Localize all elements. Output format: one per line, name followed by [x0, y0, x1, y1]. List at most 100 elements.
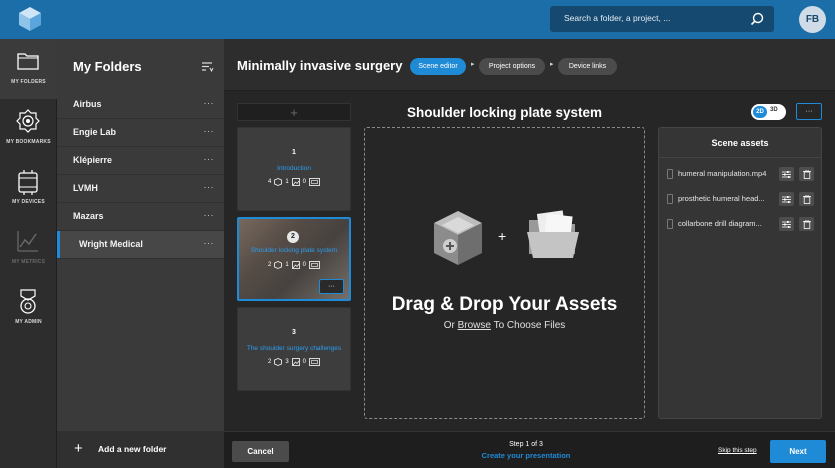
avatar[interactable]: FB — [799, 6, 826, 33]
dropzone-sub-post: To Choose Files — [490, 320, 566, 331]
drag-handle[interactable] — [667, 219, 673, 229]
video-icon — [309, 358, 320, 366]
folder-more-button[interactable]: ··· — [204, 210, 215, 220]
video-icon — [309, 261, 320, 269]
folder-row-selected[interactable]: Wright Medical ··· — [57, 231, 224, 259]
image-count: 1 — [285, 179, 289, 185]
add-folder-label: Add a new folder — [98, 444, 167, 454]
devices-icon — [18, 170, 38, 195]
asset-name: humeral manipulation.mp4 — [678, 169, 767, 178]
cube-icon — [274, 358, 283, 366]
left-nav: MY FOLDERS MY BOOKMARKS MY DEVICES MY ME… — [0, 39, 57, 468]
video-count: 0 — [302, 262, 307, 268]
step-project-options[interactable]: Project options — [479, 58, 545, 75]
folder-name: LVMH — [73, 183, 98, 193]
folder-row[interactable]: LVMH ··· — [57, 175, 224, 203]
asset-delete-button[interactable] — [799, 217, 814, 231]
asset-settings-button[interactable] — [779, 167, 794, 181]
drag-handle[interactable] — [667, 169, 673, 179]
drag-handle[interactable] — [667, 194, 673, 204]
bookmark-badge-icon — [16, 109, 40, 133]
slide-stats: 2 1 0 — [239, 261, 349, 269]
folder-row[interactable]: Klépierre ··· — [57, 147, 224, 175]
video-count: 0 — [302, 359, 307, 365]
slide-more-button[interactable]: ··· — [319, 279, 344, 294]
scene-more-button[interactable]: ··· — [796, 103, 822, 120]
toggle-3d[interactable]: 3D — [770, 107, 778, 113]
dropzone-subtitle: Or Browse To Choose Files — [365, 320, 644, 331]
folder-name: Airbus — [73, 99, 102, 109]
add-slide-button[interactable]: + — [237, 103, 351, 121]
asset-name: collarbone drill diagram... — [678, 219, 762, 228]
step-arrow-icon: ▸ — [471, 61, 475, 68]
nav-item-my-admin[interactable]: MY ADMIN — [0, 279, 57, 339]
model-count: 4 — [267, 179, 272, 185]
sort-icon[interactable] — [200, 60, 214, 74]
browse-link[interactable]: Browse — [458, 320, 491, 331]
slide-card-selected[interactable]: 2 Shoulder locking plate system 2 1 0 ··… — [237, 217, 351, 301]
asset-settings-button[interactable] — [779, 217, 794, 231]
scene-title: Shoulder locking plate system — [406, 105, 603, 120]
plus-icon: + — [74, 440, 83, 457]
slide-card[interactable]: 1 Introduction 4 1 0 — [237, 127, 351, 211]
slide-title: Introduction — [277, 165, 311, 172]
slide-number: 2 — [287, 231, 299, 243]
dropzone-title: Drag & Drop Your Assets — [391, 294, 618, 315]
project-title: Minimally invasive surgery — [237, 58, 403, 73]
asset-row[interactable]: prosthetic humeral head... — [667, 192, 817, 206]
step-subtitle: Create your presentation — [481, 451, 571, 460]
model-count: 2 — [267, 262, 272, 268]
folder-row[interactable]: Airbus ··· — [57, 91, 224, 119]
asset-delete-button[interactable] — [799, 192, 814, 206]
top-bar: Search a folder, a project, ... FB — [0, 0, 835, 39]
folder-more-button[interactable]: ··· — [204, 238, 215, 248]
nav-item-my-bookmarks[interactable]: MY BOOKMARKS — [0, 99, 57, 159]
folder-more-button[interactable]: ··· — [204, 126, 215, 136]
app-logo-icon[interactable] — [16, 5, 44, 33]
scene-assets-panel: Scene assets humeral manipulation.mp4 pr… — [658, 127, 822, 419]
asset-name: prosthetic humeral head... — [678, 194, 765, 203]
video-icon — [309, 178, 320, 186]
asset-settings-button[interactable] — [779, 192, 794, 206]
folder-more-button[interactable]: ··· — [204, 182, 215, 192]
trash-icon — [802, 169, 811, 179]
folder-row[interactable]: Engie Lab ··· — [57, 119, 224, 147]
image-icon — [291, 261, 300, 269]
view-mode-toggle[interactable]: 2D 3D — [751, 104, 786, 120]
asset-dropzone[interactable]: + Drag & Drop Your Assets Or Browse To C… — [364, 127, 645, 419]
next-button[interactable]: Next — [770, 440, 826, 463]
metrics-chart-icon — [17, 231, 38, 252]
slide-number: 3 — [292, 329, 296, 336]
admin-medal-icon — [20, 289, 36, 314]
nav-item-my-folders[interactable]: MY FOLDERS — [0, 39, 57, 99]
search-input[interactable]: Search a folder, a project, ... — [550, 6, 774, 32]
asset-row[interactable]: collarbone drill diagram... — [667, 217, 817, 231]
folders-panel: My Folders Airbus ··· Engie Lab ··· Klép… — [57, 39, 224, 468]
asset-row[interactable]: humeral manipulation.mp4 — [667, 167, 817, 181]
nav-item-my-metrics[interactable]: MY METRICS — [0, 219, 57, 279]
add-folder-button[interactable]: + Add a new folder — [57, 431, 224, 468]
slide-stats: 2 3 0 — [238, 358, 350, 366]
step-scene-editor[interactable]: Scene editor — [410, 58, 466, 75]
search-icon[interactable] — [749, 11, 765, 27]
cancel-button[interactable]: Cancel — [232, 441, 289, 462]
folder-row[interactable]: Mazars ··· — [57, 203, 224, 231]
assets-title: Scene assets — [711, 138, 769, 148]
slide-card[interactable]: 3 The shoulder surgery challenges 2 3 0 — [237, 307, 351, 391]
folder-icon — [17, 53, 39, 70]
folders-title: My Folders — [73, 59, 142, 74]
skip-step-link[interactable]: Skip this step — [718, 447, 757, 454]
asset-delete-button[interactable] — [799, 167, 814, 181]
folder-more-button[interactable]: ··· — [204, 154, 215, 164]
nav-label: MY BOOKMARKS — [6, 139, 51, 145]
folder-list: Airbus ··· Engie Lab ··· Klépierre ··· L… — [57, 91, 224, 259]
sliders-icon — [782, 220, 791, 228]
image-icon — [291, 178, 300, 186]
step-indicator: Step 1 of 3 — [509, 441, 543, 448]
nav-item-my-devices[interactable]: MY DEVICES — [0, 159, 57, 219]
step-device-links[interactable]: Device links — [558, 58, 617, 75]
project-header: Minimally invasive surgery Scene editor … — [224, 39, 835, 91]
folder-more-button[interactable]: ··· — [204, 98, 215, 108]
toggle-2d[interactable]: 2D — [753, 106, 767, 118]
video-count: 0 — [302, 179, 307, 185]
